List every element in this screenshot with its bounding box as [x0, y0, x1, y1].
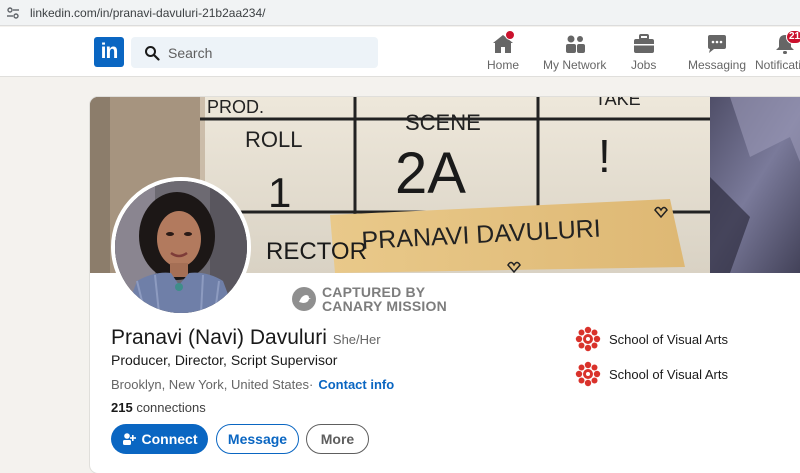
- slate-roll-label: ROLL: [245, 127, 302, 152]
- add-person-icon: [122, 432, 136, 446]
- home-icon: [491, 30, 515, 55]
- slate-prod-label: PROD.: [207, 97, 264, 117]
- profile-pronouns: She/Her: [332, 332, 381, 347]
- home-notification-dot: [505, 30, 515, 40]
- search-input[interactable]: [168, 44, 358, 61]
- briefcase-icon: [632, 33, 656, 55]
- nav-item-jobs[interactable]: Jobs: [631, 33, 656, 73]
- nav-label-my-network: My Network: [543, 58, 607, 72]
- nav-label-messaging: Messaging: [688, 58, 747, 72]
- sva-logo-icon: [575, 326, 601, 352]
- nav-item-messaging[interactable]: Messaging: [688, 33, 746, 73]
- profile-name: Pranavi (Navi) Davuluri: [111, 326, 327, 349]
- people-icon: [563, 33, 587, 55]
- bell-icon: 21: [773, 30, 800, 55]
- sva-logo-icon: [575, 361, 601, 387]
- slate-scene-label: SCENE: [405, 110, 481, 135]
- canary-mission-watermark: CAPTURED BY CANARY MISSION: [292, 285, 447, 313]
- education-school-name: School of Visual Arts: [609, 366, 728, 382]
- slate-director-label: RECTOR: [266, 238, 367, 265]
- search-bar[interactable]: [131, 37, 378, 68]
- profile-headline: Producer, Director, Script Supervisor: [111, 352, 338, 368]
- contact-info-link[interactable]: Contact info: [318, 377, 394, 392]
- notifications-badge: 21: [786, 30, 800, 44]
- profile-avatar[interactable]: [111, 177, 251, 317]
- message-button[interactable]: Message: [216, 424, 299, 454]
- search-icon: [144, 45, 160, 61]
- nav-item-notifications[interactable]: 21 Notifications: [755, 30, 800, 73]
- connections-label: connections: [136, 400, 206, 415]
- connect-button[interactable]: Connect: [111, 424, 208, 454]
- slate-take-label: TAKE: [595, 97, 641, 109]
- education-item[interactable]: School of Visual Arts: [575, 326, 728, 352]
- connections-number: 215: [111, 400, 133, 415]
- address-bar[interactable]: linkedin.com/in/pranavi-davuluri-21b2aa2…: [0, 0, 800, 26]
- slate-scene-value: 2A: [395, 141, 466, 206]
- url-text[interactable]: linkedin.com/in/pranavi-davuluri-21b2aa2…: [30, 6, 265, 20]
- linkedin-logo[interactable]: in: [94, 37, 124, 67]
- global-nav: in Home My Network Jobs Messaging: [0, 27, 800, 77]
- connect-label: Connect: [141, 431, 198, 447]
- education-item[interactable]: School of Visual Arts: [575, 361, 728, 387]
- education-school-name: School of Visual Arts: [609, 331, 728, 347]
- watermark-line-1: CAPTURED BY: [322, 284, 426, 300]
- site-settings-icon[interactable]: [6, 6, 20, 20]
- profile-name-row: Pranavi (Navi) Davuluri She/Her: [111, 326, 381, 350]
- nav-label-notifications: Notifications: [755, 58, 800, 72]
- location-separator: ·: [309, 377, 314, 392]
- canary-bird-icon: [292, 287, 316, 311]
- slate-roll-value: 1: [268, 169, 291, 216]
- profile-location-row: Brooklyn, New York, United States · Cont…: [111, 377, 394, 392]
- nav-item-home[interactable]: Home: [487, 30, 520, 73]
- more-button[interactable]: More: [306, 424, 369, 454]
- nav-label-jobs: Jobs: [631, 58, 657, 72]
- watermark-line-2: CANARY MISSION: [322, 298, 447, 314]
- nav-item-my-network[interactable]: My Network: [543, 33, 606, 73]
- connections-count[interactable]: 215 connections: [111, 400, 206, 415]
- slate-take-value: !: [598, 130, 611, 182]
- profile-location: Brooklyn, New York, United States: [111, 377, 309, 392]
- nav-label-home: Home: [487, 58, 520, 72]
- chat-icon: [705, 33, 729, 55]
